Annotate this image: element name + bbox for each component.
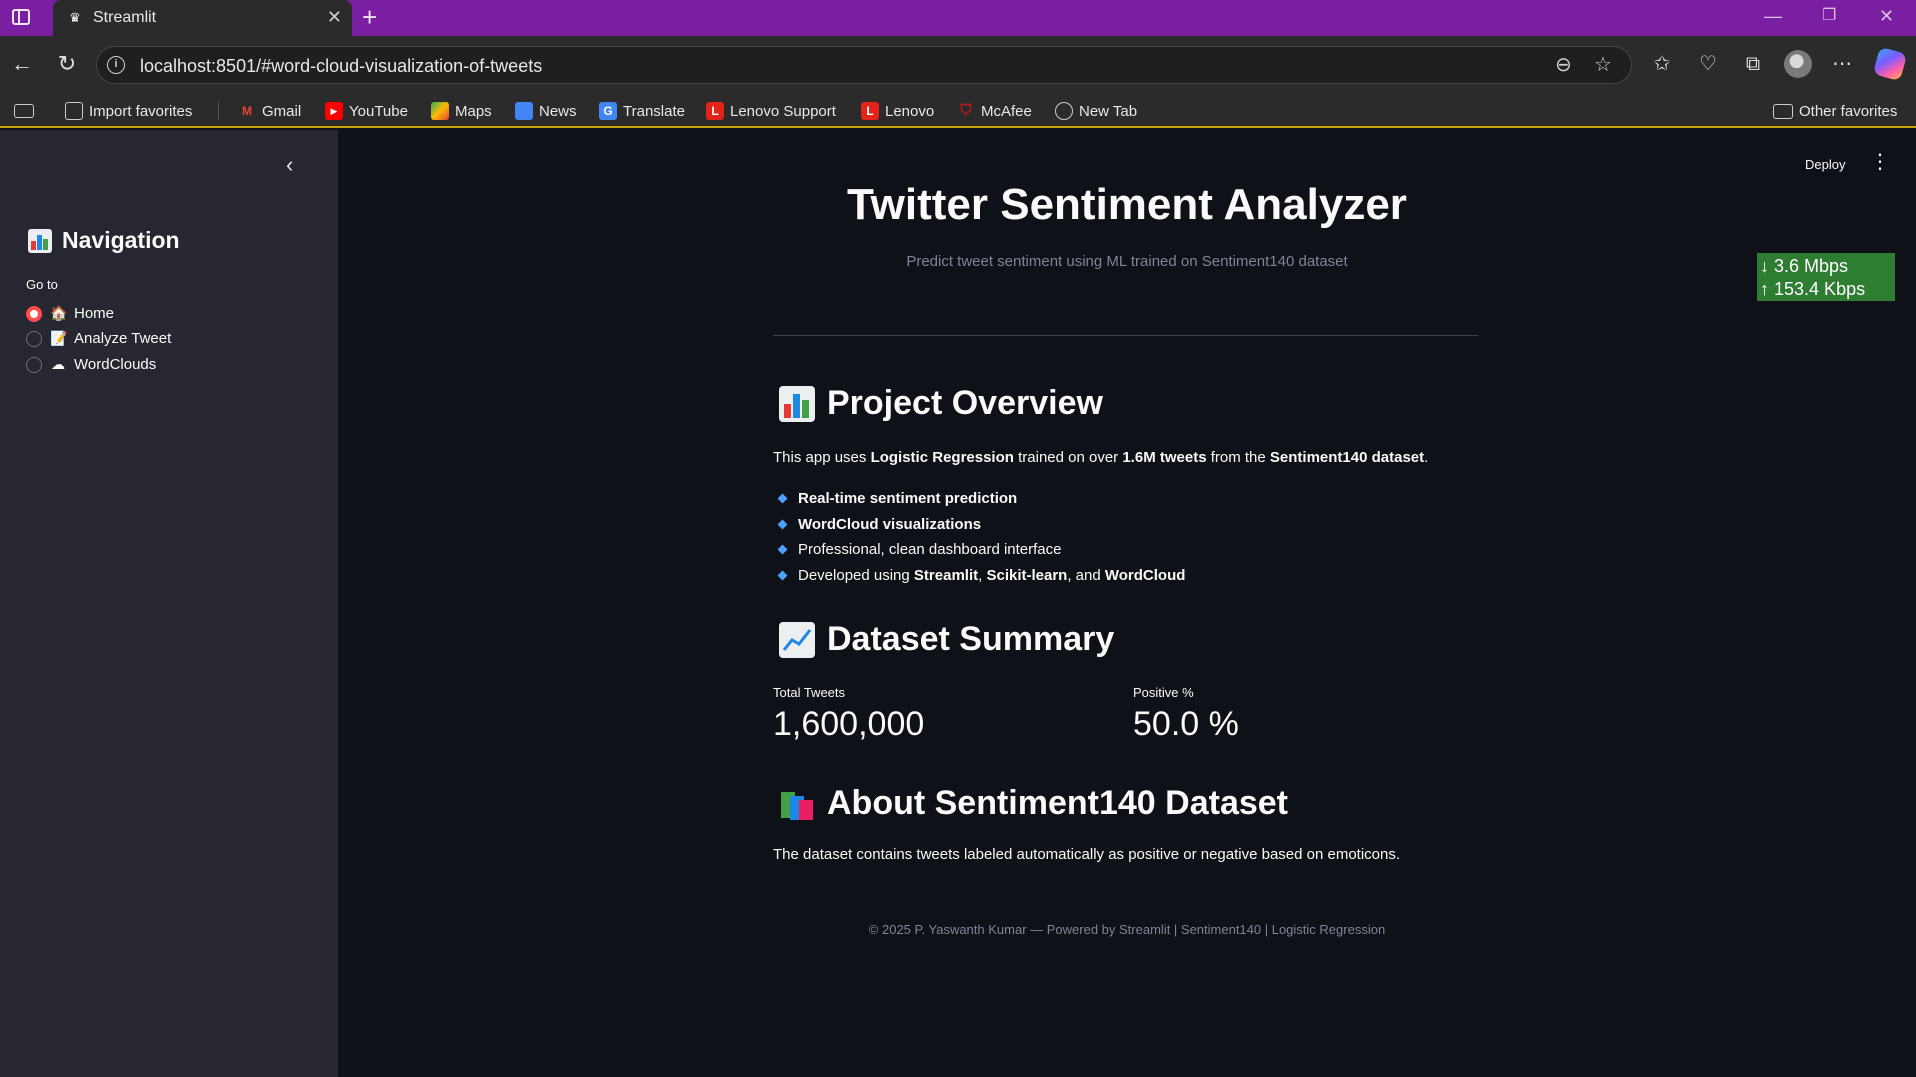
diamond-bullet-icon	[777, 544, 788, 555]
chart-increasing-icon	[779, 621, 815, 658]
diamond-bullet-icon	[777, 519, 788, 530]
house-icon: 🏠	[50, 305, 68, 321]
summary-heading: Dataset Summary	[779, 620, 1114, 659]
health-icon[interactable]: ♡	[1694, 52, 1722, 76]
browser-titlebar: ♛ Streamlit ✕ + — ❐ ✕	[0, 0, 1916, 38]
radio-button[interactable]	[26, 330, 42, 347]
page-title: Twitter Sentiment Analyzer	[847, 180, 1407, 229]
collapse-sidebar-icon[interactable]: ‹	[286, 154, 293, 176]
radio-button[interactable]	[26, 356, 42, 373]
site-info-icon[interactable]: i	[107, 56, 125, 74]
bookmark-news[interactable]: News	[515, 100, 577, 122]
bookmark-translate[interactable]: G Translate	[599, 100, 685, 122]
diamond-bullet-icon	[777, 493, 788, 504]
memo-icon: 📝	[50, 330, 68, 346]
goto-label: Go to	[26, 277, 58, 292]
url-text[interactable]: localhost:8501/#word-cloud-visualization…	[140, 56, 542, 77]
radio-home[interactable]: 🏠 Home	[26, 305, 114, 322]
about-text: The dataset contains tweets labeled auto…	[773, 846, 1401, 863]
divider	[773, 335, 1478, 336]
address-bar[interactable]: i localhost:8501/#word-cloud-visualizati…	[96, 46, 1632, 84]
streamlit-app: ‹ Navigation Go to 🏠 Home 📝 Analyze Twee…	[0, 130, 1916, 1077]
favorite-star-icon[interactable]: ☆	[1594, 54, 1612, 76]
tab-title: Streamlit	[93, 9, 157, 26]
import-icon	[65, 102, 83, 120]
bar-chart-icon	[28, 228, 52, 253]
sidebar: ‹ Navigation Go to 🏠 Home 📝 Analyze Twee…	[0, 130, 338, 1077]
positive-percent-value: 50.0 %	[1133, 705, 1239, 743]
bookmark-lenovo-support[interactable]: L Lenovo Support	[706, 100, 836, 122]
radio-button-selected[interactable]	[26, 305, 42, 322]
bookmark-lenovo[interactable]: L Lenovo	[861, 100, 934, 122]
bookmark-youtube[interactable]: ▶ YouTube	[325, 100, 408, 122]
browser-navbar: ← ↻ i localhost:8501/#word-cloud-visuali…	[0, 36, 1916, 94]
page-subtitle: Predict tweet sentiment using ML trained…	[906, 253, 1348, 270]
list-item: Professional, clean dashboard interface	[777, 541, 1062, 558]
bookmark-maps[interactable]: Maps	[431, 100, 492, 122]
bookmark-other-favorites[interactable]: Other favorites	[1773, 100, 1897, 122]
tab-actions-icon[interactable]	[12, 9, 30, 25]
folder-icon	[1773, 103, 1793, 119]
list-item: Developed using Streamlit, Scikit-learn,…	[777, 567, 1185, 584]
bookmark-new-tab[interactable]: New Tab	[1055, 100, 1137, 122]
close-window-icon[interactable]: ✕	[1879, 6, 1894, 26]
news-icon	[515, 102, 533, 120]
list-item: WordCloud visualizations	[777, 516, 981, 533]
positive-percent-label: Positive %	[1133, 685, 1194, 700]
cloud-icon: ☁	[51, 356, 65, 372]
footer: © 2025 P. Yaswanth Kumar — Powered by St…	[868, 922, 1386, 937]
overview-heading: Project Overview	[779, 384, 1103, 423]
diamond-bullet-icon	[777, 570, 788, 581]
overview-intro: This app uses Logistic Regression traine…	[773, 449, 1429, 466]
bookmark-gmail[interactable]: M Gmail	[238, 100, 301, 122]
close-tab-icon[interactable]: ✕	[327, 7, 342, 27]
radio-analyze-tweet[interactable]: 📝 Analyze Tweet	[26, 330, 171, 347]
sidebar-toggle-icon[interactable]	[14, 100, 34, 122]
gmail-icon: M	[242, 104, 252, 118]
bookmark-mcafee[interactable]: ⛉ McAfee	[957, 100, 1032, 122]
new-tab-icon[interactable]: +	[362, 2, 377, 32]
translate-icon: G	[599, 102, 617, 120]
youtube-icon: ▶	[325, 102, 343, 120]
lenovo-icon: L	[706, 102, 724, 120]
more-icon[interactable]: ⋯	[1828, 52, 1856, 76]
favorites-icon[interactable]: ✩	[1648, 52, 1676, 76]
refresh-icon[interactable]: ↻	[53, 50, 81, 78]
minimize-icon[interactable]: —	[1764, 6, 1782, 26]
streamlit-crown-icon: ♛	[69, 10, 81, 25]
list-item: Real-time sentiment prediction	[777, 490, 1017, 507]
zoom-icon[interactable]: ⊖	[1555, 54, 1572, 76]
profile-avatar[interactable]	[1784, 50, 1812, 78]
extensions-icon[interactable]: ⧉	[1739, 52, 1767, 76]
about-heading: About Sentiment140 Dataset	[779, 784, 1288, 823]
total-tweets-label: Total Tweets	[773, 685, 846, 700]
lenovo-icon: L	[861, 102, 879, 120]
restore-icon[interactable]: ❐	[1822, 6, 1836, 26]
total-tweets-value: 1,600,000	[773, 705, 925, 743]
browser-tab[interactable]: ♛ Streamlit ✕	[53, 0, 352, 38]
back-icon[interactable]: ←	[8, 50, 36, 78]
mcafee-icon: ⛉	[960, 102, 972, 119]
bookmark-import-favorites[interactable]: Import favorites	[65, 100, 192, 122]
bookmarks-bar: Import favorites M Gmail ▶ YouTube Maps …	[0, 94, 1916, 128]
main-content: Twitter Sentiment Analyzer Predict tweet…	[338, 130, 1916, 1077]
copilot-icon[interactable]	[1872, 46, 1908, 82]
globe-icon	[1055, 102, 1073, 120]
bookmark-separator	[218, 102, 219, 120]
sidebar-title: Navigation	[28, 227, 180, 254]
books-icon	[779, 786, 815, 822]
maps-icon	[431, 102, 449, 120]
radio-wordclouds[interactable]: ☁ WordClouds	[26, 356, 156, 373]
bar-chart-icon	[779, 385, 815, 422]
